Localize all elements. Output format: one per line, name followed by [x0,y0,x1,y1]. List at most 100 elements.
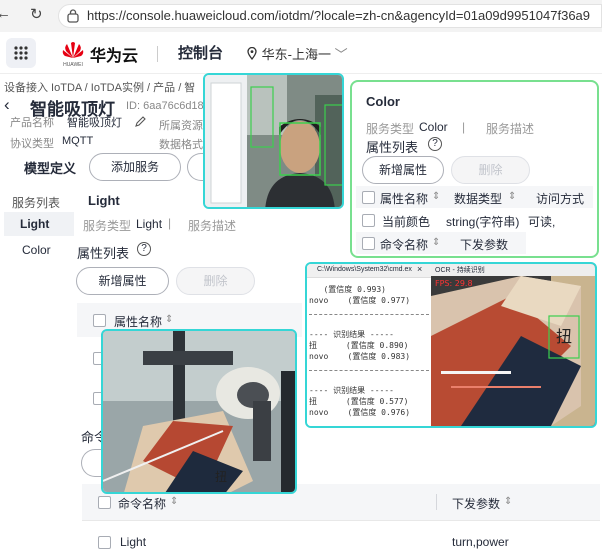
property-list-title: 属性列表 [366,140,419,155]
access-column[interactable]: 访问方式 [536,190,584,207]
back-icon[interactable]: ← [0,5,11,22]
add-property-button[interactable]: 新增属性 [362,156,444,184]
protocol-value: MQTT [62,135,94,147]
fps-label: FPS: 29.8 [435,279,473,288]
service-list-label: 服务列表 [12,196,61,210]
service-type-label: 服务类型 [83,219,132,233]
url-text[interactable]: https://console.huaweicloud.com/iotdm/?l… [87,8,590,23]
command-name-column[interactable]: 命令名称 [380,236,428,253]
help-icon[interactable]: ? [428,137,442,151]
column-divider [436,494,437,510]
command-params-column[interactable]: 下发参数 [452,495,500,512]
microscope-frame-image: 扭 [103,331,295,492]
product-id: ID: 6aa76c6d18 [126,100,204,112]
command-name-column[interactable]: 命令名称 [118,495,166,512]
sort-icon[interactable]: ⇕ [170,496,178,507]
service-item-light[interactable]: Light [4,212,74,236]
microscope-camera-window[interactable]: 扭 [101,329,297,494]
cmd-line: (置信度 0.993) [309,285,386,294]
sort-icon[interactable]: ⇕ [432,191,440,202]
table-row[interactable]: 当前颜色 string(字符串) 可读, [356,208,593,232]
cmd-line: ---- 识别结果 ----- [309,330,394,339]
add-service-button[interactable]: 添加服务 [89,153,181,181]
property-table-header: 属性名称 ⇕ 数据类型 ⇕ 访问方式 [356,186,593,208]
cmd-line: novo (置信度 0.977) [309,296,411,305]
cmd-line: ---- 识别结果 ----- [309,386,394,395]
service-type-value: Light [136,217,163,231]
camera-preview-window[interactable] [203,73,344,209]
row-checkbox[interactable] [98,536,111,549]
panel-title: Color [366,94,400,109]
property-name: 当前颜色 [382,215,431,229]
sort-icon[interactable]: ⇕ [432,237,440,248]
product-name-label: 产品名称 [10,117,54,129]
add-property-button[interactable]: 新增属性 [76,267,169,295]
protocol-label: 协议类型 [10,138,54,150]
service-item-color[interactable]: Color [22,243,51,257]
address-bar[interactable]: https://console.huaweicloud.com/iotdm/?l… [58,4,602,28]
reload-icon[interactable]: ↻ [30,5,43,23]
property-name-column[interactable]: 属性名称 [114,313,162,330]
camera-frame-image [205,75,342,207]
grid-icon [14,46,28,60]
cmd-line [309,306,429,315]
huawei-logo-icon[interactable]: HUAWEI [58,38,88,68]
command-params: turn,power [452,535,509,549]
delete-property-button[interactable]: 删除 [451,156,530,184]
region-label: 华东-上海一 [261,47,331,62]
back-arrow-icon[interactable]: ‹ [4,95,10,115]
product-name-value: 智能吸顶灯 [67,117,122,129]
ocr-preview: OCR - 持续识别 扭 FPS: 29.8 [431,264,595,426]
select-all-checkbox[interactable] [362,237,375,250]
cmd-line: novo (置信度 0.976) [309,408,411,417]
ocr-title: OCR - 持续识别 [435,267,485,274]
property-access: 可读, [528,215,556,229]
service-menu-button[interactable] [6,38,36,68]
color-service-panel: Color 服务类型 Color | 服务描述 属性列表 ? 新增属性 删除 属… [350,80,599,258]
format-label: 数据格式 [159,139,203,151]
breadcrumb[interactable]: 设备接入 IoTDA / IoTDA实例 / 产品 / 智 [4,79,195,95]
brand-name[interactable]: 华为云 [90,42,138,66]
location-pin-icon [247,46,257,61]
service-item-label: Light [20,217,50,231]
property-name-column[interactable]: 属性名称 [380,190,428,207]
sort-icon[interactable]: ⇕ [508,191,516,202]
ocr-terminal-window[interactable]: C:\Windows\System32\cmd.ex × (置信度 0.993)… [305,262,597,428]
console-link[interactable]: 控制台 [178,42,223,63]
console-header: HUAWEI 华为云 控制台 华东-上海一 ﹀ [0,32,602,74]
chevron-down-icon: ﹀ [334,47,348,62]
tab-model-definition[interactable]: 模型定义 [24,158,76,177]
help-icon[interactable]: ? [137,242,151,256]
command-table-header: 命令名称 ⇕ 下发参数 [356,232,526,254]
current-service-title: Light [88,193,120,208]
sort-icon[interactable]: ⇕ [504,496,512,507]
cmd-line: 扭 (置信度 0.577) [309,397,409,406]
select-all-checkbox[interactable] [98,496,111,509]
select-all-checkbox[interactable] [362,191,375,204]
table-row[interactable]: Light turn,power [82,528,600,556]
region-selector[interactable]: 华东-上海一 ﹀ [246,44,348,63]
cmd-line [309,362,429,371]
header-divider [157,46,158,62]
divider-bar: | [168,216,172,230]
add-command-button[interactable] [81,449,101,477]
cmd-line: novo (置信度 0.983) [309,352,411,361]
sort-icon[interactable]: ⇕ [165,314,173,325]
data-type-column[interactable]: 数据类型 [454,190,502,207]
ocr-camera-image: 扭 FPS: 29.8 [431,276,595,426]
delete-property-button[interactable]: 删除 [176,267,255,295]
resource-label: 所属资源 [159,120,203,132]
property-list-title: 属性列表 [77,246,130,261]
ocr-title-bar: OCR - 持续识别 [431,264,595,276]
edit-icon[interactable] [134,115,147,128]
command-name: Light [120,535,147,549]
row-checkbox[interactable] [362,214,375,227]
object-glyph: 扭 [215,470,227,484]
cmd-line: 扭 (置信度 0.890) [309,341,409,350]
select-all-checkbox[interactable] [93,314,106,327]
site-info-icon[interactable] [67,9,79,23]
close-icon[interactable]: × [417,264,422,274]
command-params-column[interactable]: 下发参数 [460,236,508,253]
logo-sub: HUAWEI [63,62,83,68]
cmd-title-bar: C:\Windows\System32\cmd.ex × [307,264,431,278]
